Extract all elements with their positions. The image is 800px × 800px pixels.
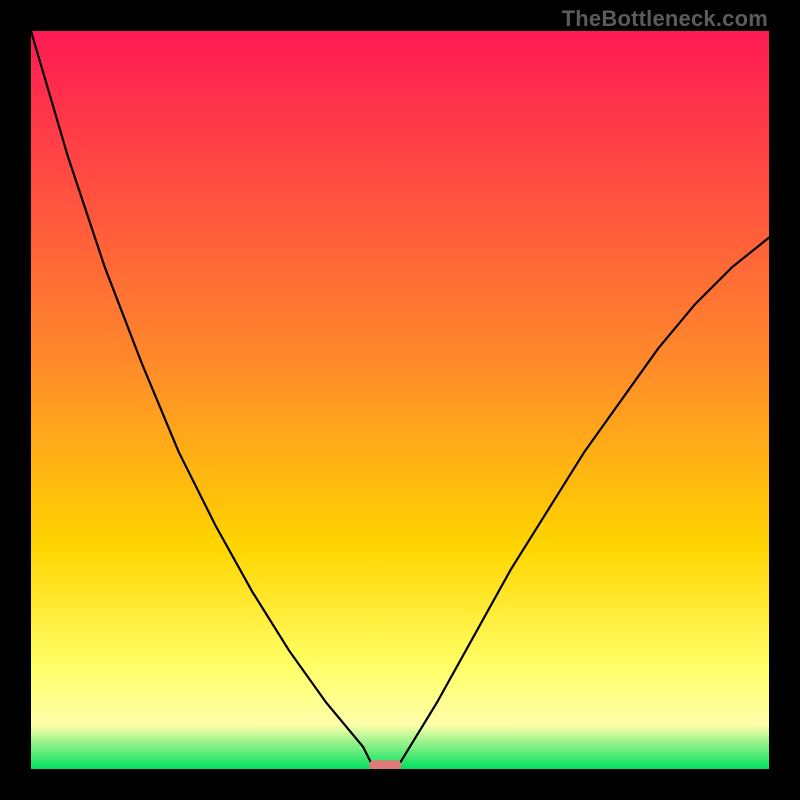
- chart-background: [31, 31, 769, 769]
- chart-svg: [31, 31, 769, 769]
- watermark-text: TheBottleneck.com: [562, 6, 768, 32]
- minimum-marker: [369, 760, 402, 769]
- chart-frame: [31, 31, 769, 769]
- marker-group: [369, 760, 402, 769]
